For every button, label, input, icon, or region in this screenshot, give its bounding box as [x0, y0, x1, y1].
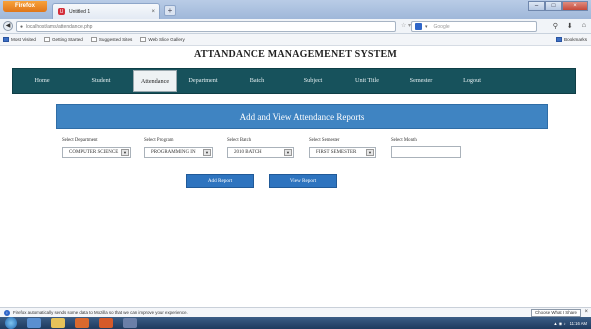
browser-navbar: ◀ ● localhost/ams/attendance.php ☆ ▾ C ▾…	[0, 19, 591, 34]
info-icon: i	[4, 309, 10, 316]
nav-department[interactable]: Department	[179, 68, 227, 94]
program-label: Select Program	[144, 138, 174, 143]
bookmarks-menu[interactable]: Bookmarks	[556, 37, 587, 42]
notification-text: Firefox automatically sends some data to…	[13, 310, 188, 315]
main-navigation: Home Student Attendance Department Batch…	[12, 68, 576, 94]
section-banner: Add and View Attendance Reports	[56, 104, 548, 129]
bookmarks-toolbar: Most Visited Getting Started Suggested S…	[0, 34, 591, 46]
program-value: PROGRAMMING IN	[151, 150, 196, 155]
page-icon	[43, 37, 50, 42]
choose-what-i-share-button[interactable]: Choose What I Share	[531, 309, 581, 317]
page-favicon-icon: U	[58, 8, 65, 15]
department-select[interactable]: COMPUTER SCIENCE ▼	[62, 147, 131, 158]
browser-titlebar: Firefox U Untitled 1 × + – □ ×	[0, 0, 591, 19]
department-label: Select Department	[62, 138, 98, 143]
semester-label: Select Semester	[309, 138, 340, 143]
search-icon[interactable]: ⚲	[553, 22, 558, 30]
search-bar[interactable]: ▾ Google	[411, 21, 537, 32]
nav-batch[interactable]: Batch	[227, 68, 287, 94]
nav-logout[interactable]: Logout	[447, 68, 497, 94]
view-report-button[interactable]: View Report	[269, 174, 337, 188]
chevron-down-icon[interactable]: ▼	[121, 149, 129, 156]
program-select[interactable]: PROGRAMMING IN ▼	[144, 147, 213, 158]
download-icon[interactable]: ⬇	[567, 22, 573, 30]
batch-label: Select Batch	[227, 138, 252, 143]
ie-icon[interactable]	[27, 318, 41, 328]
semester-value: FIRST SEMESTER	[316, 150, 357, 155]
window-controls: – □ ×	[528, 1, 588, 11]
minimize-icon[interactable]: –	[528, 1, 545, 11]
app-icon[interactable]	[123, 318, 137, 328]
close-window-icon[interactable]: ×	[562, 1, 588, 11]
month-label: Select Month	[391, 138, 417, 143]
semester-select[interactable]: FIRST SEMESTER ▼	[309, 147, 376, 158]
home-icon[interactable]: ⌂	[582, 22, 586, 30]
page-icon	[90, 37, 97, 42]
taskbar: ▲ ◉ ♪ 11:16 AM	[0, 317, 591, 329]
toolbar-icons: ⚲ ⬇ ⌂	[553, 22, 586, 30]
close-tab-icon[interactable]: ×	[151, 9, 155, 15]
url-text: localhost/ams/attendance.php	[26, 23, 93, 30]
chevron-down-icon[interactable]: ▼	[284, 149, 292, 156]
system-tray: ▲ ◉ ♪ 11:16 AM	[553, 317, 587, 329]
nav-home[interactable]: Home	[13, 68, 71, 94]
firefox-menu-button[interactable]: Firefox	[3, 1, 47, 12]
bookmark-folder-icon	[3, 37, 9, 42]
nav-subject[interactable]: Subject	[287, 68, 339, 94]
chevron-down-icon[interactable]: ▼	[203, 149, 211, 156]
maximize-icon[interactable]: □	[545, 1, 562, 11]
batch-select[interactable]: 2010 BATCH ▼	[227, 147, 294, 158]
notification-bar: i Firefox automatically sends some data …	[0, 307, 591, 317]
close-icon[interactable]: ×	[584, 309, 588, 315]
nav-student[interactable]: Student	[71, 68, 131, 94]
firefox-icon[interactable]	[99, 318, 113, 328]
chevron-down-icon[interactable]: ▼	[366, 149, 374, 156]
bookmark-item[interactable]: Most Visited	[3, 37, 36, 42]
department-value: COMPUTER SCIENCE	[69, 150, 119, 155]
add-report-button[interactable]: Add Report	[186, 174, 254, 188]
tray-icons[interactable]: ▲ ◉ ♪	[553, 321, 565, 326]
back-arrow-icon[interactable]: ◀	[3, 21, 13, 31]
batch-value: 2010 BATCH	[234, 150, 262, 155]
new-tab-button[interactable]: +	[164, 5, 176, 16]
month-input[interactable]	[391, 146, 461, 158]
search-placeholder: Google	[433, 23, 450, 30]
clock[interactable]: 11:16 AM	[570, 321, 587, 326]
google-icon[interactable]	[415, 23, 422, 30]
address-bar[interactable]: ● localhost/ams/attendance.php	[16, 21, 396, 32]
nav-unit-title[interactable]: Unit Title	[339, 68, 395, 94]
site-identity-icon[interactable]: ●	[20, 24, 23, 30]
folder-icon[interactable]	[51, 318, 65, 328]
start-button-icon[interactable]	[5, 317, 17, 329]
browser-tab[interactable]: U Untitled 1 ×	[52, 3, 160, 19]
media-player-icon[interactable]	[75, 318, 89, 328]
page-icon	[140, 37, 147, 42]
page-title: ATTANDANCE MANAGEMENET SYSTEM	[193, 49, 398, 60]
bookmark-item[interactable]: Getting Started	[43, 37, 83, 42]
tab-title: Untitled 1	[69, 8, 91, 15]
bookmark-item[interactable]: Suggested Sites	[90, 37, 132, 42]
bookmarks-icon	[556, 37, 563, 42]
bookmark-item[interactable]: Web Slice Gallery	[140, 37, 185, 42]
nav-semester[interactable]: Semester	[395, 68, 447, 94]
nav-attendance[interactable]: Attendance	[133, 70, 177, 92]
search-dropdown-icon[interactable]: ▾	[425, 24, 428, 30]
